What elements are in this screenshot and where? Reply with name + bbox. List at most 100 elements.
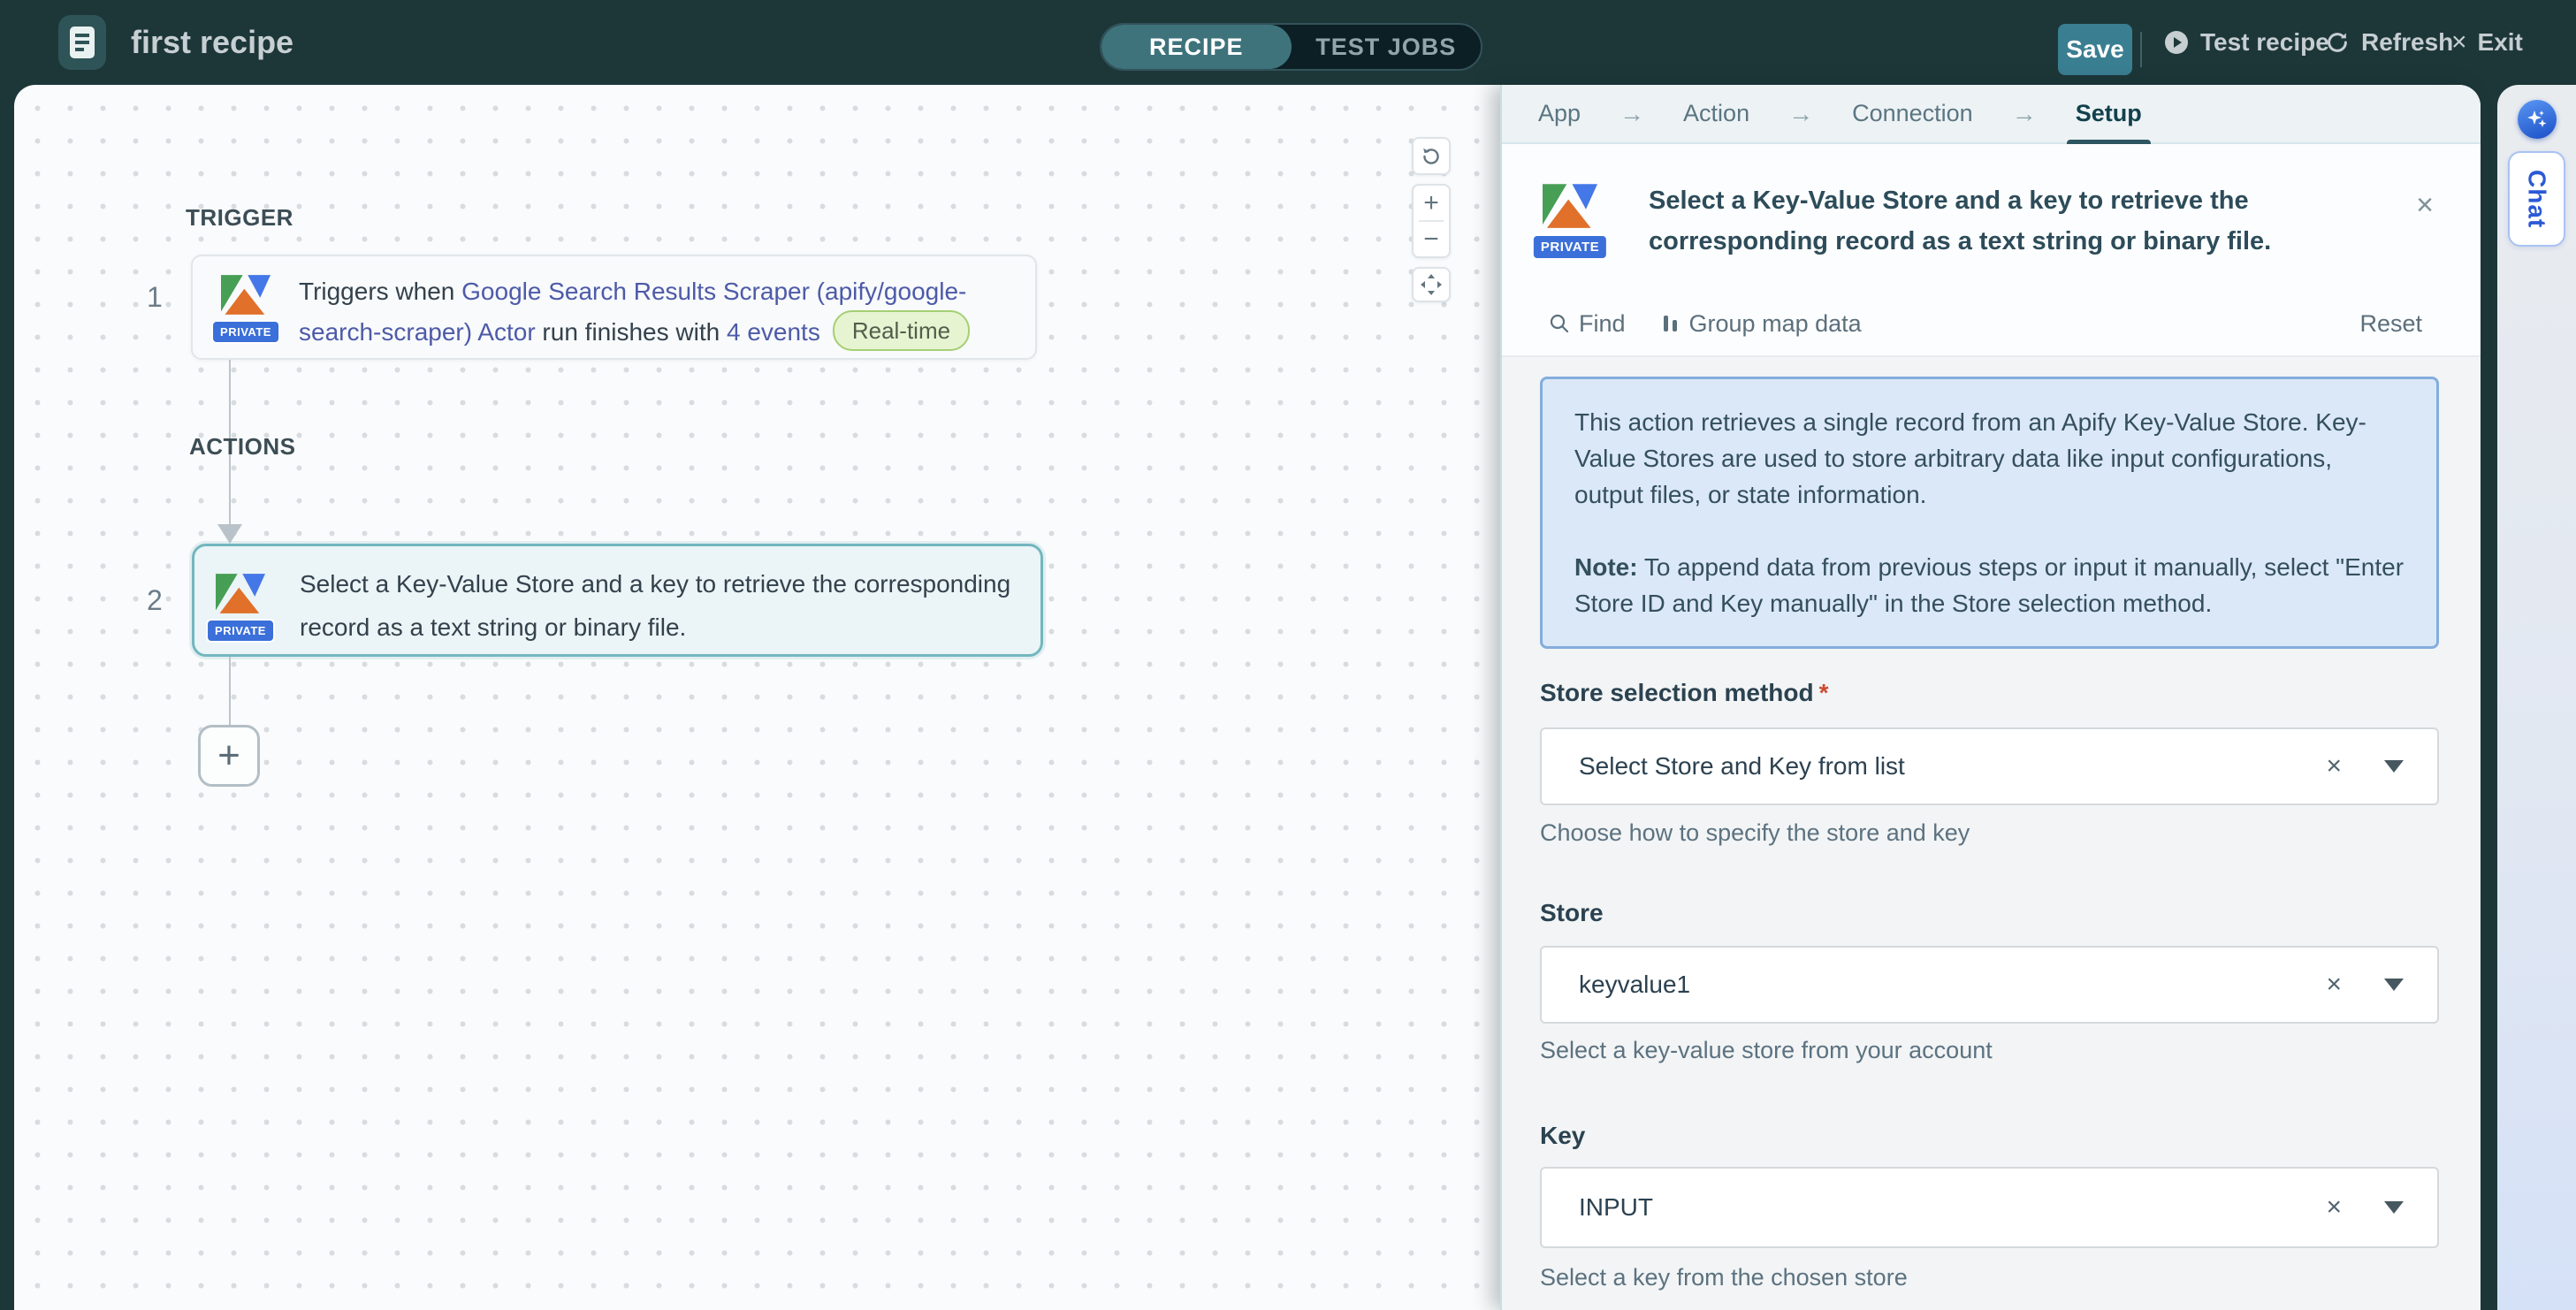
action-node-selected[interactable]: PRIVATE Select a Key-Value Store and a k… bbox=[192, 544, 1043, 657]
exit-button[interactable]: × Exit bbox=[2451, 0, 2523, 85]
store-helper: Select a key-value store from your accou… bbox=[1540, 1037, 1993, 1064]
recipe-logo-chip bbox=[58, 15, 106, 70]
test-recipe-button[interactable]: Test recipe bbox=[2163, 0, 2329, 85]
panel-header: PRIVATE Select a Key-Value Store and a k… bbox=[1502, 144, 2481, 292]
play-circle-icon bbox=[2163, 29, 2190, 56]
trigger-node-text: Triggers when Google Search Results Scra… bbox=[299, 271, 1011, 353]
field-label-text: Store selection method bbox=[1540, 679, 1814, 706]
panel-content: This action retrieves a single record fr… bbox=[1502, 357, 2481, 1310]
selected-value: INPUT bbox=[1542, 1193, 2326, 1222]
chat-rail: Chat bbox=[2497, 85, 2576, 1310]
private-badge: PRIVATE bbox=[206, 619, 275, 643]
selected-value: Select Store and Key from list bbox=[1542, 752, 2326, 781]
fit-view-button[interactable] bbox=[1412, 267, 1451, 302]
find-button[interactable]: Find bbox=[1549, 310, 1626, 338]
close-icon: × bbox=[2451, 27, 2467, 57]
topbar-divider bbox=[2140, 32, 2142, 67]
realtime-badge: Real-time bbox=[833, 310, 970, 351]
store-select[interactable]: keyvalue1 × bbox=[1540, 946, 2439, 1024]
apify-logo-icon: PRIVATE bbox=[1543, 183, 1597, 238]
breadcrumb-setup[interactable]: Setup bbox=[2076, 100, 2142, 127]
exit-label: Exit bbox=[2478, 28, 2523, 57]
refresh-icon bbox=[2324, 29, 2351, 56]
store-selection-method-helper: Choose how to specify the store and key bbox=[1540, 819, 1970, 847]
bars-icon bbox=[1661, 313, 1680, 334]
trigger-section-label: TRIGGER bbox=[186, 204, 293, 232]
setup-panel: App → Action → Connection → Setup PRIVAT… bbox=[1500, 85, 2481, 1310]
info-paragraph: This action retrieves a single record fr… bbox=[1574, 404, 2405, 513]
chat-tab[interactable]: Chat bbox=[2508, 151, 2565, 247]
node-1-index: 1 bbox=[147, 281, 163, 314]
clear-icon[interactable]: × bbox=[2326, 970, 2342, 1000]
reset-button[interactable]: Reset bbox=[2359, 310, 2422, 338]
private-badge: PRIVATE bbox=[1532, 234, 1608, 260]
chevron-down-icon[interactable] bbox=[2384, 1201, 2404, 1214]
search-icon bbox=[1549, 313, 1570, 334]
reset-label: Reset bbox=[2359, 310, 2422, 338]
info-note: Note: To append data from previous steps… bbox=[1574, 549, 2405, 621]
private-badge: PRIVATE bbox=[211, 320, 280, 344]
zoom-out-button[interactable]: − bbox=[1414, 222, 1449, 256]
trigger-node[interactable]: PRIVATE Triggers when Google Search Resu… bbox=[191, 255, 1037, 360]
arrow-right-icon: → bbox=[1620, 100, 1644, 128]
key-select[interactable]: INPUT × bbox=[1540, 1167, 2439, 1248]
connector-line bbox=[229, 657, 231, 725]
panel-toolbar: Find Group map data Reset bbox=[1502, 292, 2481, 357]
top-bar: first recipe RECIPE TEST JOBS Save Test … bbox=[0, 0, 2576, 85]
events-link[interactable]: 4 events bbox=[727, 318, 820, 346]
note-text: To append data from previous steps or in… bbox=[1574, 553, 2404, 617]
mode-toggle: RECIPE TEST JOBS bbox=[1100, 23, 1482, 71]
close-icon: × bbox=[2416, 188, 2434, 223]
chat-tab-label: Chat bbox=[2523, 170, 2551, 228]
zoom-in-button[interactable]: + bbox=[1414, 186, 1449, 220]
workflow-canvas[interactable]: TRIGGER 1 PRIVATE Triggers when Google S… bbox=[14, 85, 1500, 1310]
breadcrumb-action[interactable]: Action bbox=[1683, 100, 1749, 127]
sparkles-icon bbox=[2526, 108, 2549, 131]
trigger-text-1: Triggers when bbox=[299, 278, 461, 305]
apify-logo-icon: PRIVATE bbox=[221, 274, 271, 324]
document-icon bbox=[69, 26, 95, 59]
refresh-label: Refresh bbox=[2361, 28, 2453, 57]
breadcrumb-app[interactable]: App bbox=[1538, 100, 1581, 127]
save-button[interactable]: Save bbox=[2058, 24, 2132, 75]
zoom-controls: + − bbox=[1412, 184, 1451, 258]
store-label: Store bbox=[1540, 899, 1604, 927]
apify-logo-icon: PRIVATE bbox=[216, 573, 265, 622]
chevron-down-icon[interactable] bbox=[2384, 760, 2404, 773]
test-recipe-label: Test recipe bbox=[2200, 28, 2329, 57]
trigger-text-2: run finishes with bbox=[536, 318, 727, 346]
page-title: first recipe bbox=[131, 0, 293, 85]
app-root: first recipe RECIPE TEST JOBS Save Test … bbox=[0, 0, 2576, 1310]
group-map-data-button[interactable]: Group map data bbox=[1661, 310, 1862, 338]
close-panel-button[interactable]: × bbox=[2405, 186, 2444, 225]
tab-recipe[interactable]: RECIPE bbox=[1101, 25, 1292, 69]
key-label: Key bbox=[1540, 1122, 1585, 1150]
reset-rotate-icon bbox=[1420, 145, 1443, 168]
chevron-down-icon[interactable] bbox=[2384, 979, 2404, 991]
refresh-button[interactable]: Refresh bbox=[2324, 0, 2453, 85]
fit-view-icon bbox=[1420, 273, 1443, 296]
note-label: Note: bbox=[1574, 553, 1638, 581]
arrow-right-icon: → bbox=[2012, 100, 2037, 128]
store-selection-method-select[interactable]: Select Store and Key from list × bbox=[1540, 727, 2439, 805]
store-selection-method-label: Store selection method* bbox=[1540, 679, 1829, 707]
node-2-index: 2 bbox=[147, 584, 163, 617]
clear-icon[interactable]: × bbox=[2326, 1192, 2342, 1222]
panel-title: Select a Key-Value Store and a key to re… bbox=[1649, 180, 2427, 262]
required-asterisk: * bbox=[1819, 679, 1829, 706]
selected-value: keyvalue1 bbox=[1542, 971, 2326, 999]
actions-section-label: ACTIONS bbox=[189, 433, 296, 461]
breadcrumb-connection[interactable]: Connection bbox=[1852, 100, 1973, 127]
add-step-button[interactable]: + bbox=[198, 725, 260, 787]
action-node-text: Select a Key-Value Store and a key to re… bbox=[300, 562, 1017, 649]
group-map-data-label: Group map data bbox=[1689, 310, 1862, 338]
tab-test-jobs[interactable]: TEST JOBS bbox=[1292, 25, 1482, 69]
find-label: Find bbox=[1579, 310, 1626, 338]
key-helper: Select a key from the chosen store bbox=[1540, 1264, 1908, 1291]
reset-view-button[interactable] bbox=[1412, 137, 1451, 175]
connector-arrowhead bbox=[217, 524, 242, 544]
breadcrumb: App → Action → Connection → Setup bbox=[1502, 85, 2481, 144]
ai-assistant-button[interactable] bbox=[2518, 100, 2557, 139]
arrow-right-icon: → bbox=[1788, 100, 1813, 128]
clear-icon[interactable]: × bbox=[2326, 751, 2342, 781]
